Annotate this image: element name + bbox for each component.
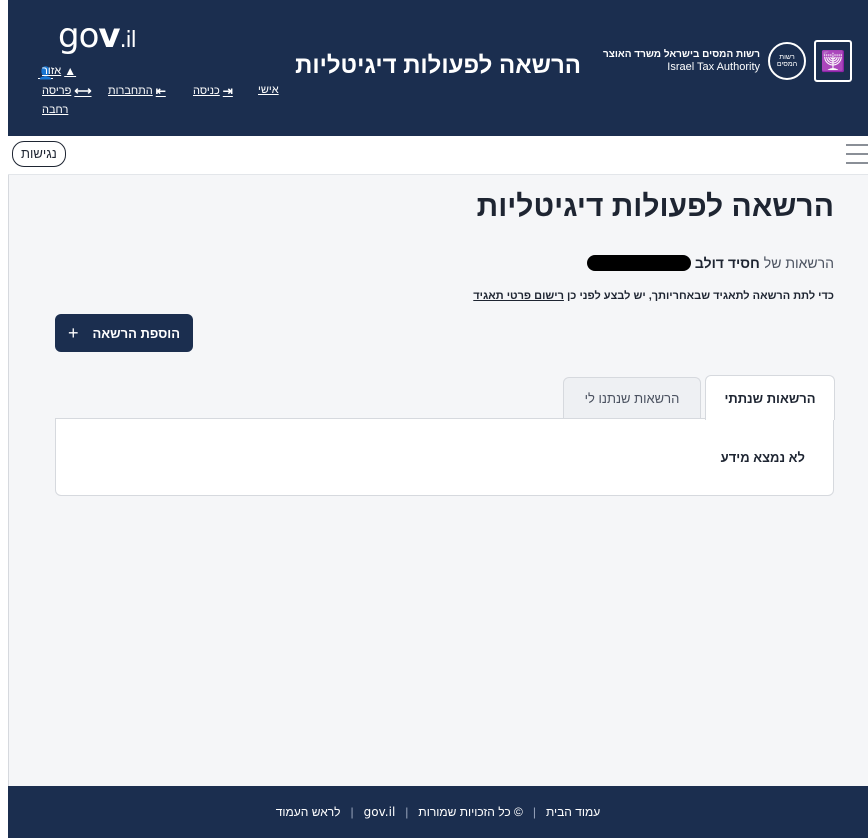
privacy-link-line2[interactable]: רחבה bbox=[42, 104, 68, 116]
header-title: הרשאה לפעולות דיגיטליות bbox=[295, 52, 581, 79]
privacy-label-2: רחבה bbox=[42, 104, 69, 116]
redaction-bar bbox=[586, 255, 691, 271]
register-company-link[interactable]: רישום פרטי תאגיד bbox=[473, 290, 564, 302]
accessibility-button[interactable]: נגישות bbox=[12, 141, 66, 167]
permissions-owner: הרשאות של חסיד דולב bbox=[586, 255, 834, 271]
site-footer: עמוד הבית | © כל הזכויות שמורות | gov.il… bbox=[8, 786, 868, 838]
login-link[interactable]: ⇥ כניסה bbox=[193, 84, 233, 98]
hamburger-menu-icon[interactable] bbox=[846, 144, 868, 164]
authority-brand[interactable]: 🕎 רשות המסים רשות המסים בישראל משרד האוצר… bbox=[603, 40, 852, 82]
footer-govil-logo[interactable]: gov.il bbox=[364, 805, 396, 819]
toolbar-strip: נגישות bbox=[8, 136, 868, 175]
personal-area-link-2[interactable]: אישי bbox=[258, 84, 279, 96]
login-icon: ⇥ bbox=[222, 84, 233, 98]
footer-separator: | bbox=[532, 805, 536, 819]
info-text: כדי לתת הרשאה לתאגיד שבאחריותך, יש לבצע … bbox=[473, 290, 834, 302]
footer-separator: | bbox=[405, 805, 409, 819]
tab-permissions-received[interactable]: הרשאות שנתנו לי bbox=[563, 377, 701, 418]
menorah-emblem-icon: 🕎 bbox=[814, 40, 852, 82]
authority-name-en: Israel Tax Authority bbox=[667, 61, 760, 73]
info-text-body: כדי לתת הרשאה לתאגיד שבאחריותך, יש לבצע … bbox=[566, 290, 834, 302]
logout-icon: ⇤ bbox=[155, 84, 166, 98]
person-name: חסיד דולב bbox=[694, 255, 760, 271]
logout-link[interactable]: ⇤ התחברות bbox=[108, 84, 166, 98]
personal-area-link-top[interactable]: ▲ אזור bbox=[42, 64, 76, 78]
person-icon: ▲ bbox=[64, 64, 77, 78]
govil-logo[interactable]: gov.il bbox=[58, 16, 137, 56]
footer-top-link[interactable]: לראש העמוד bbox=[276, 805, 341, 819]
permissions-panel: לא נמצא מידע bbox=[55, 418, 834, 496]
expand-icon: ⟷ bbox=[74, 84, 92, 98]
site-header: 🕎 רשות המסים רשות המסים בישראל משרד האוצר… bbox=[8, 0, 868, 136]
privacy-link[interactable]: ⟷ פריסה bbox=[42, 84, 92, 98]
empty-message: לא נמצא מידע bbox=[720, 450, 805, 465]
permissions-of-label: הרשאות של bbox=[763, 255, 834, 271]
page-title: הרשאה לפעולות דיגיטליות bbox=[476, 190, 834, 223]
plus-icon: + bbox=[68, 322, 79, 343]
footer-home-link[interactable]: עמוד הבית bbox=[546, 805, 600, 819]
personal-area-label-1: אזור bbox=[42, 65, 62, 77]
privacy-label: פריסה bbox=[42, 85, 72, 97]
footer-separator: | bbox=[350, 805, 354, 819]
tax-authority-logo-icon: רשות המסים bbox=[768, 42, 806, 80]
authority-name-he: רשות המסים בישראל משרד האוצר bbox=[603, 49, 760, 60]
add-permission-label: הוספת הרשאה bbox=[92, 325, 180, 341]
tab-permissions-given[interactable]: הרשאות שנתתי bbox=[705, 375, 835, 420]
personal-area-label-2: אישי bbox=[258, 84, 279, 96]
login-label: כניסה bbox=[193, 85, 220, 97]
footer-rights: © כל הזכויות שמורות bbox=[418, 805, 523, 819]
add-permission-button[interactable]: הוספת הרשאה + bbox=[55, 314, 193, 352]
logout-label: התחברות bbox=[108, 85, 153, 97]
